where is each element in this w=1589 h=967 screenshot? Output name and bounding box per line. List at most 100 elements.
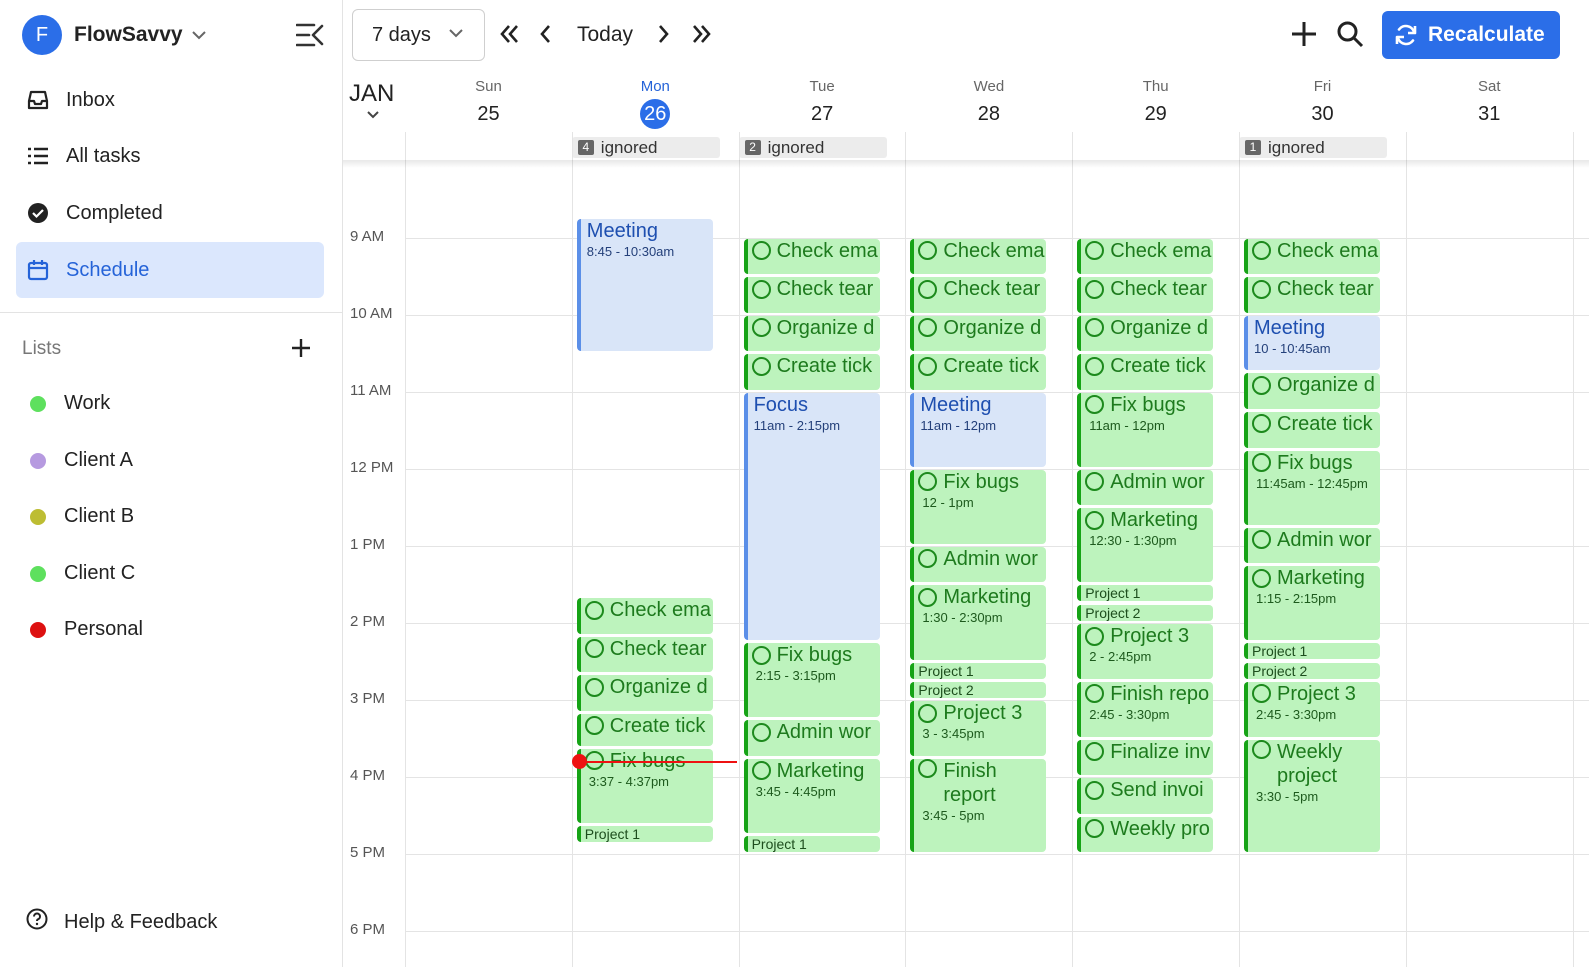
recalculate-button[interactable]: Recalculate <box>1382 11 1560 59</box>
scheduled-task[interactable]: Check ema <box>576 598 713 634</box>
day-header-fri[interactable]: Fri 30 <box>1239 78 1406 127</box>
scheduled-task[interactable]: Project 1 <box>1244 643 1380 660</box>
day-header-tue[interactable]: Tue 27 <box>739 78 906 127</box>
scheduled-task[interactable]: Project 1 <box>576 825 713 842</box>
task-checkbox[interactable] <box>1252 375 1271 395</box>
task-checkbox[interactable] <box>1252 241 1271 260</box>
chevron-right-icon[interactable] <box>656 22 670 46</box>
scheduled-task[interactable]: Create tick <box>743 354 880 390</box>
calendar-event[interactable]: Focus 11am - 2:15pm <box>743 392 880 641</box>
scheduled-task[interactable]: Project 2 <box>1077 604 1214 621</box>
scheduled-task[interactable]: Fix bugs 11:45am - 12:45pm <box>1244 450 1380 525</box>
list-item-client-b[interactable]: Client B <box>30 505 134 528</box>
task-checkbox[interactable] <box>751 241 771 260</box>
task-checkbox[interactable] <box>1085 819 1105 839</box>
avatar[interactable]: F <box>22 15 62 55</box>
ignored-badge[interactable]: 4 ignored <box>571 137 720 158</box>
task-checkbox[interactable] <box>1252 414 1271 434</box>
scheduled-task[interactable]: Fix bugs 12 - 1pm <box>910 469 1047 544</box>
day-header-mon[interactable]: Mon 26 <box>572 78 739 129</box>
scheduled-task[interactable]: Marketing 12:30 - 1:30pm <box>1077 508 1214 583</box>
range-select[interactable]: 7 days <box>352 9 485 61</box>
scheduled-task[interactable]: Weekly pro <box>1077 816 1214 853</box>
scheduled-task[interactable]: Fix bugs 11am - 12pm <box>1077 392 1214 467</box>
day-header-sun[interactable]: Sun 25 <box>405 78 572 127</box>
task-checkbox[interactable] <box>751 761 771 781</box>
ignored-badge[interactable]: 1 ignored <box>1239 137 1387 158</box>
scheduled-task[interactable]: Project 1 <box>1077 585 1214 602</box>
task-checkbox[interactable] <box>1085 510 1105 530</box>
day-header-thu[interactable]: Thu 29 <box>1072 78 1239 127</box>
chevron-left-icon[interactable] <box>539 22 553 46</box>
scheduled-task[interactable]: Check ema <box>910 238 1047 275</box>
scheduled-task[interactable]: Marketing 1:15 - 2:15pm <box>1244 566 1380 641</box>
scheduled-task[interactable]: Project 2 <box>910 681 1047 698</box>
task-checkbox[interactable] <box>918 703 938 723</box>
scheduled-task[interactable]: Check tear <box>743 277 880 313</box>
scheduled-task[interactable]: Project 2 <box>1244 662 1380 679</box>
nav-schedule[interactable]: Schedule <box>16 242 324 298</box>
add-task-icon[interactable] <box>1290 20 1318 48</box>
scheduled-task[interactable]: Finish report 3:45 - 5pm <box>910 758 1047 853</box>
task-checkbox[interactable] <box>1085 318 1105 338</box>
scheduled-task[interactable]: Send invoi <box>1077 778 1214 814</box>
scheduled-task[interactable]: Finalize inv <box>1077 739 1214 776</box>
day-header-sat[interactable]: Sat 31 <box>1406 78 1573 127</box>
list-item-client-a[interactable]: Client A <box>30 449 133 472</box>
calendar-event[interactable]: Meeting 8:45 - 10:30am <box>576 219 713 352</box>
scheduled-task[interactable]: Check ema <box>1244 238 1380 275</box>
scheduled-task[interactable]: Organize d <box>1244 373 1380 409</box>
task-checkbox[interactable] <box>1085 472 1105 492</box>
task-checkbox[interactable] <box>584 600 604 620</box>
scheduled-task[interactable]: Fix bugs 3:37 - 4:37pm <box>576 748 713 823</box>
calendar-event[interactable]: Meeting 10 - 10:45am <box>1244 315 1380 371</box>
scheduled-task[interactable]: Admin wor <box>1077 469 1214 506</box>
scheduled-task[interactable]: Create tick <box>1244 411 1380 448</box>
workspace-switcher[interactable]: F FlowSavvy <box>22 15 207 55</box>
task-checkbox[interactable] <box>918 758 938 778</box>
task-checkbox[interactable] <box>1252 684 1271 704</box>
list-item-personal[interactable]: Personal <box>30 618 143 641</box>
list-item-client-c[interactable]: Client C <box>30 562 135 585</box>
scheduled-task[interactable]: Marketing 3:45 - 4:45pm <box>743 758 880 834</box>
scheduled-task[interactable]: Marketing 1:30 - 2:30pm <box>910 585 1047 660</box>
task-checkbox[interactable] <box>751 356 771 376</box>
nav-inbox[interactable]: Inbox <box>16 72 324 128</box>
task-checkbox[interactable] <box>918 241 938 260</box>
scheduled-task[interactable]: Check tear <box>1244 277 1380 313</box>
nav-completed[interactable]: Completed <box>16 185 324 241</box>
task-checkbox[interactable] <box>1252 739 1271 759</box>
add-list-icon[interactable] <box>290 337 312 359</box>
task-checkbox[interactable] <box>751 645 771 665</box>
scheduled-task[interactable]: Check ema <box>1077 238 1214 275</box>
scheduled-task[interactable]: Create tick <box>576 713 713 746</box>
task-checkbox[interactable] <box>1085 241 1105 260</box>
task-checkbox[interactable] <box>1085 626 1105 646</box>
scheduled-task[interactable]: Project 1 <box>910 662 1047 679</box>
scheduled-task[interactable]: Check ema <box>743 238 880 275</box>
task-checkbox[interactable] <box>1085 684 1105 704</box>
scheduled-task[interactable]: Check tear <box>910 277 1047 313</box>
scheduled-task[interactable]: Admin wor <box>1244 527 1380 564</box>
double-chevron-left-icon[interactable] <box>499 22 519 46</box>
day-header-wed[interactable]: Wed 28 <box>905 78 1072 127</box>
task-checkbox[interactable] <box>1085 780 1105 800</box>
task-checkbox[interactable] <box>584 677 604 697</box>
task-checkbox[interactable] <box>918 356 938 376</box>
scheduled-task[interactable]: Organize d <box>743 315 880 352</box>
scheduled-task[interactable]: Check tear <box>1077 277 1214 313</box>
double-chevron-right-icon[interactable] <box>692 22 712 46</box>
scheduled-task[interactable]: Project 3 2 - 2:45pm <box>1077 624 1214 679</box>
chevron-down-icon[interactable] <box>366 110 380 120</box>
search-icon[interactable] <box>1336 20 1364 48</box>
help-feedback-link[interactable]: Help & Feedback <box>26 908 217 936</box>
task-checkbox[interactable] <box>1252 530 1271 550</box>
task-checkbox[interactable] <box>1252 453 1271 473</box>
scheduled-task[interactable]: Organize d <box>1077 315 1214 352</box>
task-checkbox[interactable] <box>918 318 938 338</box>
task-checkbox[interactable] <box>584 639 604 659</box>
task-checkbox[interactable] <box>751 279 771 299</box>
task-checkbox[interactable] <box>918 472 938 492</box>
task-checkbox[interactable] <box>918 279 938 299</box>
today-button[interactable]: Today <box>577 23 633 47</box>
